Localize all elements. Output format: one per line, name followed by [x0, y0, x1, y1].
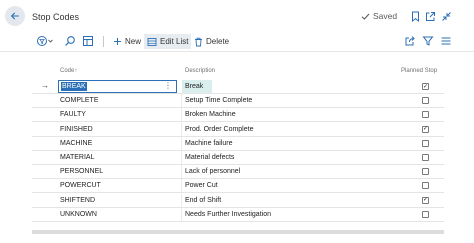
cell-description[interactable]: Setup Time Complete — [185, 97, 252, 104]
list-options-button[interactable] — [440, 35, 452, 47]
edit-list-button[interactable]: Edit List — [144, 34, 192, 49]
search-button[interactable] — [64, 35, 76, 47]
page-header: Stop Codes Saved — [0, 0, 474, 34]
edit-list-label: Edit List — [160, 37, 189, 46]
column-header-planned-stop[interactable]: Planned Stop — [401, 68, 437, 74]
table-row[interactable]: POWERCUT Power Cut — [32, 179, 444, 194]
back-button[interactable] — [5, 6, 25, 26]
table-row[interactable]: MATERIAL Material defects — [32, 151, 444, 165]
new-button[interactable]: New — [110, 34, 144, 49]
cell-description[interactable]: End of Shift — [185, 197, 221, 204]
column-header-description[interactable]: Description — [185, 68, 215, 74]
list-icon — [441, 37, 451, 45]
column-divider — [181, 151, 182, 164]
column-code-label: Code — [60, 68, 75, 74]
cell-code[interactable]: SHIFTEND — [60, 197, 95, 204]
cell-description[interactable]: Machine failure — [185, 140, 232, 147]
grid-header: Code↑ Description Planned Stop — [32, 66, 444, 78]
action-separator — [103, 36, 104, 47]
saved-label: Saved — [373, 11, 398, 21]
table-row[interactable]: FAULTY Broken Machine — [32, 108, 444, 123]
page-title: Stop Codes — [32, 12, 80, 22]
table-row[interactable]: COMPLETE Setup Time Complete — [32, 94, 444, 109]
collapse-icon[interactable] — [440, 10, 452, 22]
cell-code[interactable]: UNKNOWN — [60, 211, 97, 218]
cell-code[interactable]: MATERIAL — [60, 154, 95, 161]
delete-button[interactable]: Delete — [191, 34, 232, 49]
delete-label: Delete — [206, 37, 230, 46]
cell-description[interactable]: Prod. Order Complete — [185, 126, 253, 133]
cell-code[interactable]: COMPLETE — [60, 97, 99, 104]
filter-view-icon — [37, 36, 53, 46]
cell-description[interactable]: Break — [185, 83, 203, 90]
planned-stop-checkbox[interactable]: ✓ — [422, 83, 429, 90]
column-divider — [181, 179, 182, 193]
cell-description[interactable]: Broken Machine — [185, 111, 236, 118]
share-icon — [405, 36, 415, 46]
cell-description[interactable]: Needs Further Investigation — [185, 211, 271, 218]
cell-code[interactable]: MACHINE — [60, 140, 92, 147]
row-indicator-arrow-icon: → — [41, 81, 49, 90]
cell-description[interactable]: Lack of personnel — [185, 168, 240, 175]
filter-button[interactable] — [422, 35, 434, 47]
planned-stop-checkbox[interactable] — [422, 97, 429, 105]
plus-icon — [114, 38, 121, 45]
trash-icon — [195, 37, 202, 46]
saved-status: Saved — [361, 11, 397, 21]
open-new-window-icon[interactable] — [424, 10, 436, 22]
planned-stop-checkbox[interactable] — [422, 168, 429, 176]
share-button[interactable] — [404, 35, 416, 47]
column-divider — [181, 108, 182, 122]
table-row[interactable]: FINISHED Prod. Order Complete ✓ — [32, 122, 444, 137]
arrow-left-icon — [11, 12, 20, 20]
edit-list-icon — [147, 37, 157, 46]
horizontal-scrollbar[interactable] — [32, 230, 444, 234]
sort-ascending-icon: ↑ — [74, 68, 78, 74]
bookmark-icon[interactable] — [409, 10, 421, 22]
table-row[interactable]: MACHINE Machine failure — [32, 136, 444, 151]
filter-icon — [422, 36, 434, 46]
new-label: New — [125, 37, 142, 46]
cell-code[interactable]: FINISHED — [60, 126, 93, 133]
column-header-code[interactable]: Code↑ — [60, 68, 77, 74]
column-divider — [181, 122, 182, 136]
checkmark-icon — [361, 13, 370, 20]
planned-stop-checkbox[interactable] — [422, 182, 429, 190]
planned-stop-checkbox[interactable] — [422, 154, 429, 161]
row-actions-icon[interactable]: ⋮ — [164, 81, 172, 90]
column-divider — [181, 193, 182, 207]
search-icon — [65, 36, 75, 46]
cell-code[interactable]: BREAK — [61, 82, 87, 91]
table-row[interactable]: → BREAK ⋮ Break ✓ — [32, 80, 444, 94]
table-row[interactable]: SHIFTEND End of Shift ✓ — [32, 193, 444, 208]
column-divider — [181, 165, 182, 179]
cell-description[interactable]: Power Cut — [185, 182, 218, 189]
planned-stop-checkbox[interactable]: ✓ — [422, 196, 429, 204]
table-row[interactable]: UNKNOWN Needs Further Investigation — [32, 207, 444, 222]
column-divider — [181, 207, 182, 221]
cell-code[interactable]: POWERCUT — [60, 182, 101, 189]
planned-stop-checkbox[interactable] — [422, 139, 429, 147]
column-divider — [181, 94, 182, 108]
planned-stop-checkbox[interactable] — [422, 210, 429, 218]
table-row[interactable]: PERSONNEL Lack of personnel — [32, 165, 444, 180]
action-bar: New Edit List Delete — [0, 30, 474, 52]
column-divider — [181, 136, 182, 150]
cell-code[interactable]: PERSONNEL — [60, 168, 103, 175]
planned-stop-checkbox[interactable]: ✓ — [422, 125, 429, 133]
cell-description[interactable]: Material defects — [185, 154, 234, 161]
planned-stop-checkbox[interactable] — [422, 111, 429, 119]
table-view-icon — [83, 36, 93, 46]
cell-code[interactable]: FAULTY — [60, 111, 86, 118]
page-inspect-button[interactable] — [82, 35, 94, 47]
views-dropdown[interactable] — [36, 35, 54, 47]
